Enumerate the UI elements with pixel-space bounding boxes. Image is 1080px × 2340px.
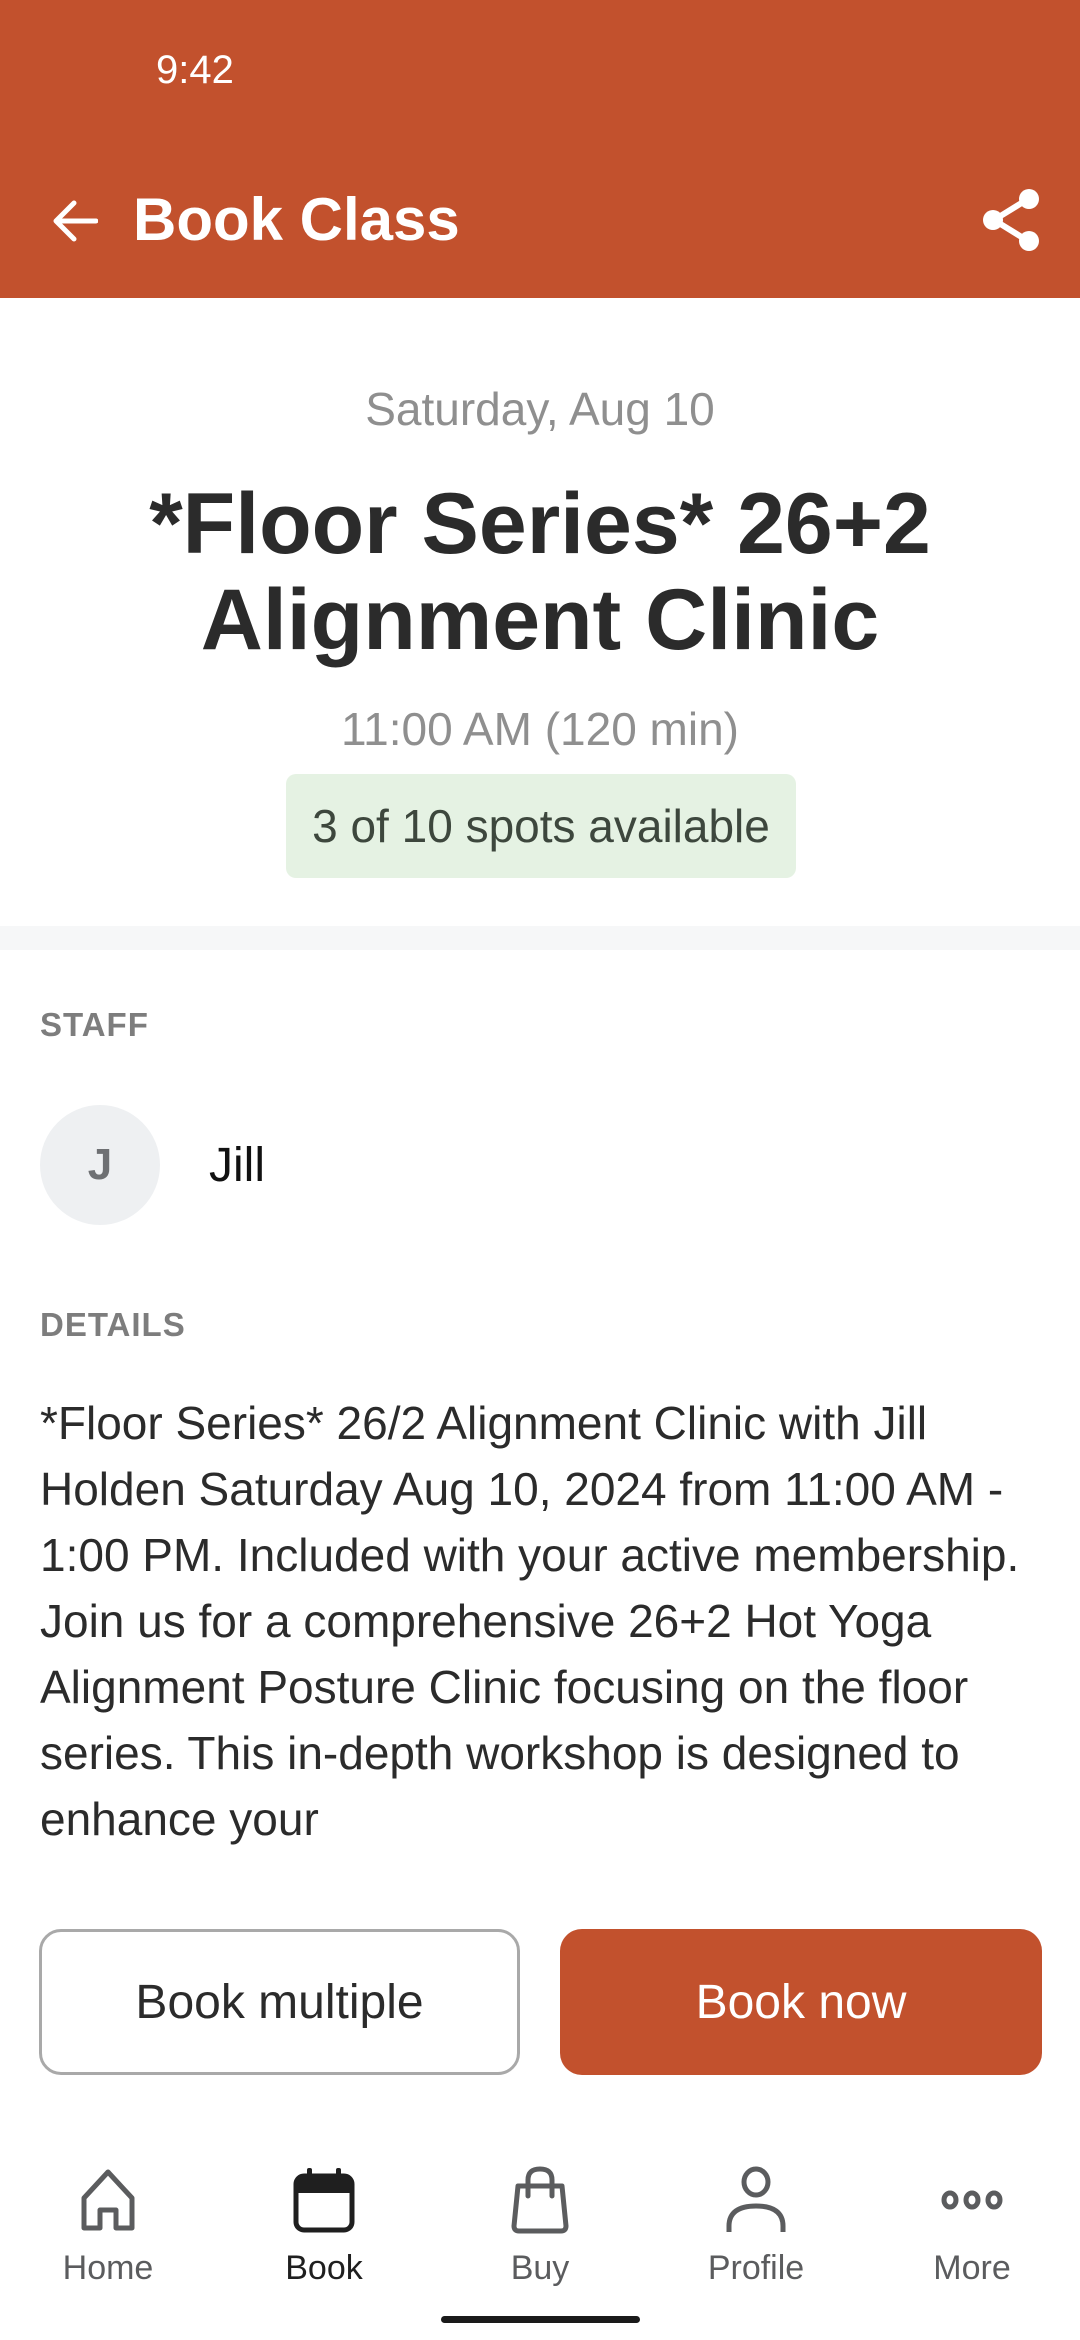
book-multiple-button[interactable]: Book multiple <box>39 1929 520 2075</box>
calendar-icon <box>288 2165 360 2235</box>
app-bar: 9:42 Book Class <box>0 0 1080 298</box>
class-description: *Floor Series* 26/2 Alignment Clinic wit… <box>40 1397 1020 1845</box>
class-title: *Floor Series* 26+2 Alignment Clinic <box>149 476 931 668</box>
page-title: Book Class <box>133 186 460 253</box>
tab-label: More <box>933 2249 1011 2287</box>
arrow-left-icon <box>53 200 98 242</box>
book-now-button[interactable]: Book now <box>560 1929 1042 2075</box>
class-summary: Saturday, Aug 10 *Floor Series* 26+2 Ali… <box>0 298 1080 926</box>
tab-label: Buy <box>510 2249 570 2287</box>
tab-home[interactable]: Home <box>0 2150 216 2290</box>
spots-available-badge: 3 of 10 spots available <box>286 774 796 878</box>
avatar-initial: J <box>87 1140 113 1189</box>
class-time: 11:00 AM (120 min) <box>340 703 739 755</box>
more-dots-icon <box>936 2165 1008 2235</box>
staff-name[interactable]: Jill <box>209 1138 265 1193</box>
tab-label: Home <box>62 2249 154 2287</box>
tab-buy[interactable]: Buy <box>432 2150 648 2290</box>
staff-avatar[interactable]: J <box>40 1105 160 1225</box>
share-icon <box>983 189 1039 251</box>
tab-more[interactable]: More <box>864 2150 1080 2290</box>
details-section-label: DETAILS <box>40 1306 186 1343</box>
share-button[interactable] <box>976 184 1048 256</box>
tab-profile[interactable]: Profile <box>648 2150 864 2290</box>
back-button[interactable] <box>40 186 110 256</box>
staff-section-label: STAFF <box>40 1006 149 1043</box>
tab-label: Book <box>285 2249 363 2287</box>
tab-label: Profile <box>707 2249 805 2287</box>
status-time: 9:42 <box>156 48 234 92</box>
bottom-tab-bar: Home Book Buy Profile More <box>0 2150 1080 2290</box>
section-divider <box>0 926 1080 950</box>
home-icon <box>72 2165 144 2235</box>
tab-book[interactable]: Book <box>216 2150 432 2290</box>
class-date: Saturday, Aug 10 <box>365 383 715 435</box>
home-indicator[interactable] <box>441 2316 640 2323</box>
shopping-bag-icon <box>504 2165 576 2235</box>
person-icon <box>720 2165 792 2235</box>
